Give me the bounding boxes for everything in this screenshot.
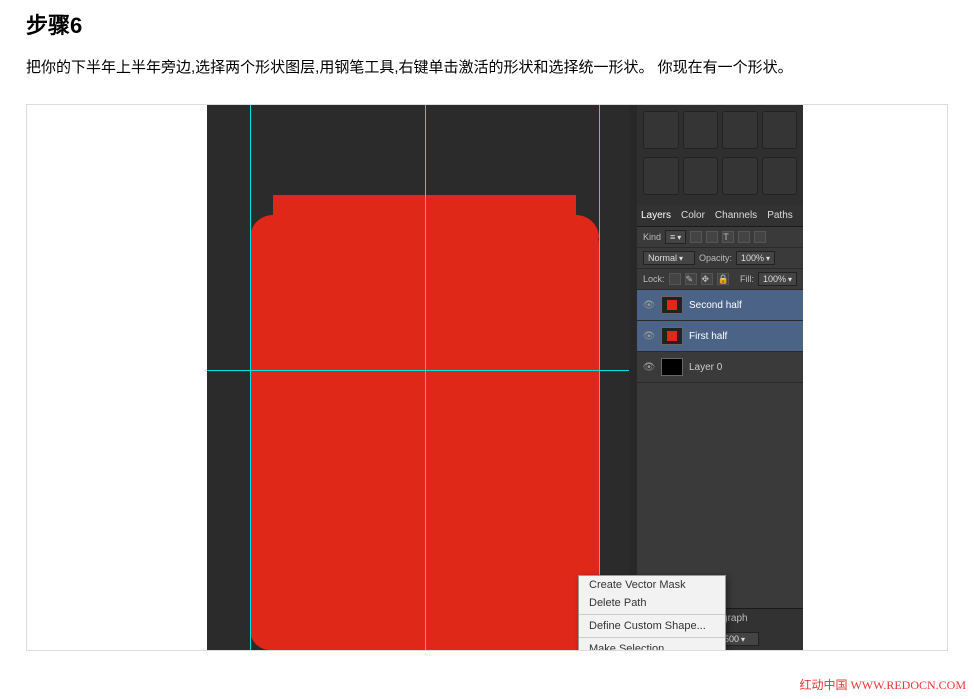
lock-transparency-icon[interactable] (669, 273, 681, 285)
lock-label: Lock: (643, 274, 665, 284)
swatch[interactable] (762, 157, 798, 195)
tab-channels[interactable]: Channels (715, 210, 757, 221)
ctx-delete-path[interactable]: Delete Path (579, 594, 725, 612)
step-description: 把你的下半年上半年旁边,选择两个形状图层,用钢笔工具,右键单击激活的形状和选择统… (0, 56, 974, 104)
photoshop-screenshot: Layers Color Channels Paths Kind ≡▾ T No… (207, 105, 803, 650)
layers-panel-tabs: Layers Color Channels Paths (637, 205, 803, 227)
kind-label: Kind (643, 232, 661, 242)
ctx-make-selection[interactable]: Make Selection... (579, 640, 725, 650)
watermark: 红动中国 WWW.REDOCN.COM (799, 676, 966, 693)
visibility-icon[interactable]: 👁 (643, 361, 655, 373)
layer-thumbnail (661, 358, 683, 376)
side-panel: Layers Color Channels Paths Kind ≡▾ T No… (637, 105, 803, 650)
swatches-panel (637, 105, 803, 205)
visibility-icon[interactable]: 👁 (643, 330, 655, 342)
swatch[interactable] (683, 157, 719, 195)
layer-thumbnail (661, 327, 683, 345)
separator (579, 637, 725, 638)
lock-position-icon[interactable]: ✥ (701, 273, 713, 285)
swatch[interactable] (643, 111, 679, 149)
filter-pixel-icon[interactable] (690, 231, 702, 243)
lock-row: Lock: ✎ ✥ 🔒 Fill: 100%▾ (637, 269, 803, 290)
tab-paths[interactable]: Paths (767, 210, 793, 221)
layer-layer0[interactable]: 👁 Layer 0 (637, 352, 803, 383)
lock-all-icon[interactable]: 🔒 (717, 273, 729, 285)
visibility-icon[interactable]: 👁 (643, 299, 655, 311)
swatch[interactable] (683, 111, 719, 149)
chevron-down-icon: ▾ (741, 635, 745, 644)
swatch[interactable] (762, 111, 798, 149)
guide-vertical-left (250, 105, 251, 650)
filter-shape-icon[interactable] (738, 231, 750, 243)
layer-name: First half (689, 331, 727, 342)
guide-vertical-center (425, 105, 426, 650)
swatch[interactable] (643, 157, 679, 195)
step-heading: 步骤6 (0, 0, 974, 56)
separator (579, 614, 725, 615)
tab-color[interactable]: Color (681, 210, 705, 221)
guide-horizontal (207, 370, 629, 371)
filter-type-icon[interactable]: T (722, 231, 734, 243)
layer-first-half[interactable]: 👁 First half (637, 321, 803, 352)
tab-layers[interactable]: Layers (641, 210, 671, 221)
swatch[interactable] (722, 157, 758, 195)
chevron-down-icon: ▾ (766, 254, 770, 263)
fill-value[interactable]: 100%▾ (758, 272, 797, 286)
chevron-down-icon: ▾ (679, 254, 683, 263)
ctx-create-vector-mask[interactable]: Create Vector Mask (579, 576, 725, 594)
layer-second-half[interactable]: 👁 Second half (637, 290, 803, 321)
fill-label: Fill: (740, 274, 754, 284)
chevron-down-icon: ▾ (677, 233, 681, 242)
layer-name: Second half (689, 300, 742, 311)
layer-thumbnail (661, 296, 683, 314)
filter-smart-icon[interactable] (754, 231, 766, 243)
canvas[interactable] (207, 105, 629, 650)
chevron-down-icon: ▾ (788, 275, 792, 284)
opacity-label: Opacity: (699, 253, 732, 263)
blend-mode-row: Normal▾ Opacity: 100%▾ (637, 248, 803, 269)
lock-pixels-icon[interactable]: ✎ (685, 273, 697, 285)
layer-filter-row: Kind ≡▾ T (637, 227, 803, 248)
kind-dropdown[interactable]: ≡▾ (665, 230, 686, 244)
swatch[interactable] (722, 111, 758, 149)
ctx-define-custom-shape[interactable]: Define Custom Shape... (579, 617, 725, 635)
screenshot-container: Layers Color Channels Paths Kind ≡▾ T No… (26, 104, 948, 651)
context-menu: Create Vector Mask Delete Path Define Cu… (578, 575, 726, 650)
opacity-value[interactable]: 100%▾ (736, 251, 775, 265)
guide-vertical-right (599, 105, 600, 650)
filter-adjust-icon[interactable] (706, 231, 718, 243)
blend-mode-dropdown[interactable]: Normal▾ (643, 251, 695, 265)
layer-name: Layer 0 (689, 362, 722, 373)
